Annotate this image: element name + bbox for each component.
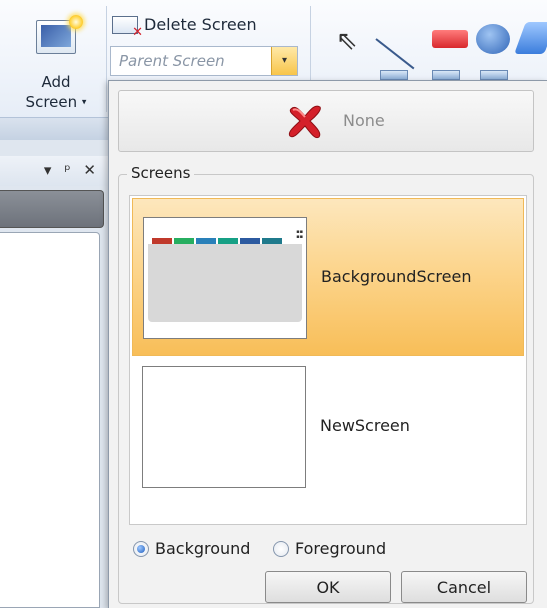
close-icon[interactable]: ✕ [83, 161, 100, 179]
shape-icon[interactable] [432, 70, 460, 80]
screens-group: Screens ▪▪▪▪ BackgroundScreen NewScreen [118, 164, 534, 604]
screen-name: BackgroundScreen [321, 267, 472, 286]
parent-screen-dropdown: None Screens ▪▪ ▪▪ BackgroundScreen NewS… [108, 80, 547, 608]
parent-screen-combo[interactable]: Parent Screen ▾ [110, 46, 298, 76]
line-icon[interactable] [375, 38, 415, 70]
parent-screen-placeholder: Parent Screen [119, 52, 225, 70]
shape-icon[interactable] [514, 22, 547, 54]
screen-thumbnail [142, 366, 306, 488]
panel-controls[interactable]: ▾ ᵖ ✕ [44, 161, 100, 179]
screen-list: ▪▪ ▪▪ BackgroundScreen NewScreen [129, 195, 527, 525]
radio-unchecked-icon[interactable] [273, 541, 289, 557]
shape-icon[interactable] [480, 70, 508, 80]
delete-screen-icon [112, 16, 143, 40]
screen-name: NewScreen [320, 416, 410, 435]
add-screen-button[interactable]: Add Screen ▾ [18, 15, 104, 118]
add-screen-icon [36, 15, 83, 54]
add-screen-label: Add Screen ▾ [25, 73, 87, 111]
pin-icon[interactable]: ᵖ [64, 161, 74, 179]
delete-screen-button[interactable]: Delete Screen [110, 14, 310, 40]
delete-screen-label: Delete Screen [144, 15, 257, 34]
screen-item-backgroundscreen[interactable]: ▪▪ ▪▪ BackgroundScreen [132, 198, 524, 356]
rectangle-icon[interactable] [432, 30, 468, 48]
chevron-down-icon[interactable]: ▾ [271, 47, 297, 75]
none-label: None [343, 111, 385, 130]
radio-label: Foreground [295, 539, 387, 558]
none-button[interactable]: None [118, 90, 534, 152]
screen-item-newscreen[interactable]: NewScreen [132, 356, 524, 514]
cancel-button[interactable]: Cancel [401, 571, 527, 603]
red-x-icon [288, 105, 321, 139]
chevron-down-icon[interactable]: ▾ [44, 161, 56, 179]
panel-toolbar [0, 190, 104, 228]
ok-button[interactable]: OK [265, 571, 391, 603]
chevron-down-icon: ▾ [81, 97, 87, 108]
panel-header: ▾ ᵖ ✕ [0, 156, 108, 186]
radio-checked-icon[interactable] [133, 541, 149, 557]
panel-body [0, 232, 100, 608]
docked-panel: ▾ ᵖ ✕ [0, 140, 108, 608]
pointer-icon[interactable]: ⇖ [336, 26, 358, 56]
screen-thumbnail: ▪▪ ▪▪ [143, 217, 307, 339]
radio-label: Background [155, 539, 251, 558]
ellipse-icon[interactable] [476, 24, 510, 54]
screens-legend: Screens [127, 164, 195, 182]
shape-icon[interactable] [380, 70, 408, 80]
